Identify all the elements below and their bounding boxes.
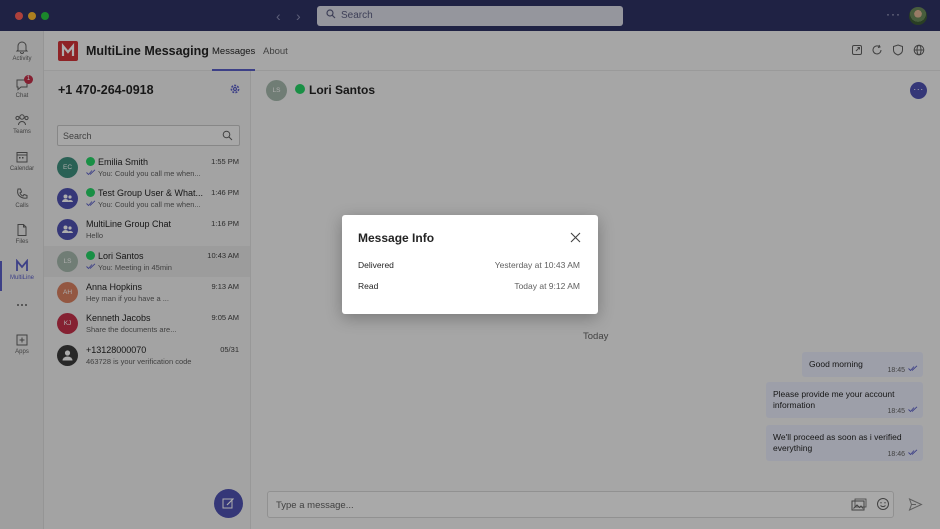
message-info-dialog: Message Info Delivered Yesterday at 10:4… — [342, 215, 598, 314]
close-icon[interactable] — [570, 232, 581, 243]
delivered-row: Delivered Yesterday at 10:43 AM — [358, 260, 580, 274]
read-label: Read — [358, 281, 379, 291]
read-value: Today at 9:12 AM — [514, 281, 580, 291]
delivered-label: Delivered — [358, 260, 394, 270]
dialog-title: Message Info — [358, 231, 435, 245]
delivered-value: Yesterday at 10:43 AM — [494, 260, 580, 270]
read-row: Read Today at 9:12 AM — [358, 281, 580, 295]
